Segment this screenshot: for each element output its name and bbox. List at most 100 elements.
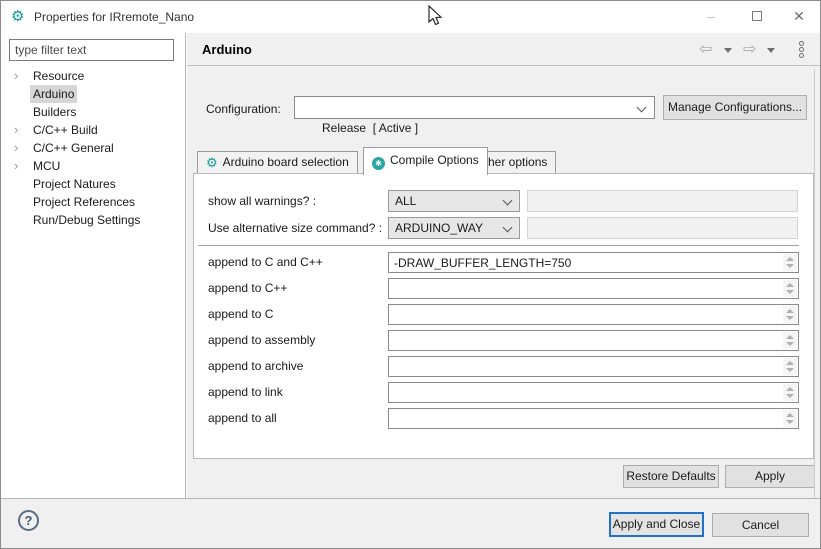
back-dropdown-icon[interactable]: [724, 48, 732, 53]
append-all-label: append to all: [208, 407, 277, 429]
minimize-button[interactable]: –: [694, 1, 728, 32]
append-link-label: append to link: [208, 381, 283, 403]
append-cpp-field-wrap: [388, 278, 799, 299]
properties-tree: › Resource Arduino Builders › C/C++ Buil…: [1, 67, 185, 229]
append-archive-label: append to archive: [208, 355, 303, 377]
append-assembly-label: append to assembly: [208, 329, 315, 351]
append-c-input[interactable]: [389, 305, 782, 324]
maximize-button[interactable]: [740, 1, 774, 32]
sidebar-item-label: Builders: [30, 103, 79, 121]
append-link-input[interactable]: [389, 383, 782, 402]
append-cpp-label: append to C++: [208, 277, 287, 299]
sidebar-item-label: C/C++ General: [30, 139, 117, 157]
help-button[interactable]: ?: [18, 510, 39, 531]
compile-options-panel: show all warnings? : ALL Use alternative…: [193, 173, 814, 459]
tab-arduino-board-selection[interactable]: ⚙ Arduino board selection: [197, 151, 358, 174]
append-all-input[interactable]: [389, 409, 782, 428]
append-c-field-wrap: [388, 304, 799, 325]
size-command-extra-field: [527, 217, 798, 239]
back-arrow-icon[interactable]: ⇦: [699, 41, 712, 59]
append-link-field-wrap: [388, 382, 799, 403]
spinner-icon[interactable]: [783, 384, 797, 401]
sidebar-item-cpp-general[interactable]: › C/C++ General: [1, 139, 185, 157]
filter-input[interactable]: [9, 39, 174, 61]
cancel-button[interactable]: Cancel: [712, 513, 809, 537]
forward-dropdown-icon[interactable]: [767, 48, 775, 53]
spinner-icon[interactable]: [783, 410, 797, 427]
tab-label: Compile Options: [390, 153, 479, 167]
chevron-right-icon[interactable]: ›: [14, 157, 24, 175]
chevron-right-icon[interactable]: ›: [14, 139, 24, 157]
window-title: Properties for IRremote_Nano: [34, 10, 194, 24]
append-cpp-input[interactable]: [389, 279, 782, 298]
sidebar-item-label: Project References: [30, 193, 138, 211]
chevron-right-icon[interactable]: ›: [14, 121, 24, 139]
manage-configurations-button[interactable]: Manage Configurations...: [663, 95, 807, 120]
size-command-select[interactable]: ARDUINO_WAY: [388, 217, 520, 239]
append-c-cpp-field-wrap: [388, 252, 799, 273]
sidebar-item-project-natures[interactable]: Project Natures: [1, 175, 185, 193]
sidebar-item-label: MCU: [30, 157, 63, 175]
spinner-icon[interactable]: [783, 332, 797, 349]
append-assembly-field-wrap: [388, 330, 799, 351]
warnings-select[interactable]: ALL: [388, 190, 520, 212]
divider: [814, 69, 815, 498]
main-panel: Arduino ⇦ ⇨ Configuration: Release [ Act…: [187, 33, 821, 498]
sidebar-item-mcu[interactable]: › MCU: [1, 157, 185, 175]
warnings-value: ALL: [395, 194, 416, 208]
sidebar-item-run-debug[interactable]: Run/Debug Settings: [1, 211, 185, 229]
tab-label: Arduino board selection: [223, 155, 349, 169]
sidebar-item-label: C/C++ Build: [30, 121, 101, 139]
apply-and-close-button[interactable]: Apply and Close: [609, 512, 704, 537]
close-button[interactable]: ✕: [782, 1, 816, 32]
sidebar-item-label: Resource: [30, 67, 87, 85]
chevron-right-icon[interactable]: ›: [14, 67, 24, 85]
size-command-label: Use alternative size command? :: [208, 217, 382, 239]
sidebar-item-arduino[interactable]: Arduino: [1, 85, 185, 103]
configuration-value: Release [ Active ]: [322, 121, 418, 135]
configuration-select[interactable]: Release [ Active ]: [294, 96, 655, 119]
warnings-extra-field: [527, 190, 798, 212]
sidebar-item-builders[interactable]: Builders: [1, 103, 185, 121]
sidebar-item-cpp-build[interactable]: › C/C++ Build: [1, 121, 185, 139]
properties-dialog: ⚙ Properties for IRremote_Nano – ✕ › Res…: [0, 0, 821, 549]
page-header: Arduino ⇦ ⇨: [187, 33, 821, 66]
spinner-icon[interactable]: [783, 254, 797, 271]
gear-icon: ⚙: [206, 155, 218, 170]
app-gear-icon: ⚙: [11, 8, 28, 25]
maximize-icon: [752, 11, 762, 21]
gear-disc-icon: ✱: [372, 157, 385, 170]
forward-arrow-icon[interactable]: ⇨: [743, 41, 756, 59]
chevron-down-icon: [503, 196, 513, 206]
bottom-bar: ? Apply and Close Cancel: [1, 498, 820, 549]
page-title: Arduino: [202, 42, 252, 57]
append-assembly-input[interactable]: [389, 331, 782, 350]
size-command-value: ARDUINO_WAY: [395, 221, 483, 235]
configuration-label: Configuration:: [206, 98, 281, 120]
tab-compile-options[interactable]: ✱ Compile Options: [363, 147, 488, 175]
append-archive-input[interactable]: [389, 357, 782, 376]
chevron-down-icon: [637, 103, 647, 113]
append-c-label: append to C: [208, 303, 273, 325]
sidebar: › Resource Arduino Builders › C/C++ Buil…: [1, 33, 186, 498]
warnings-label: show all warnings? :: [208, 190, 316, 212]
mouse-cursor: [428, 5, 444, 29]
spinner-icon[interactable]: [783, 280, 797, 297]
spinner-icon[interactable]: [783, 306, 797, 323]
append-c-cpp-input[interactable]: [389, 253, 782, 272]
restore-defaults-button[interactable]: Restore Defaults: [623, 465, 719, 488]
view-menu-icon[interactable]: [797, 41, 805, 59]
append-all-field-wrap: [388, 408, 799, 429]
spinner-icon[interactable]: [783, 358, 797, 375]
sidebar-item-label: Project Natures: [30, 175, 119, 193]
titlebar[interactable]: ⚙ Properties for IRremote_Nano – ✕: [1, 1, 820, 33]
append-archive-field-wrap: [388, 356, 799, 377]
append-c-cpp-label: append to C and C++: [208, 251, 323, 273]
separator: [198, 245, 799, 246]
sidebar-item-label: Arduino: [30, 85, 77, 103]
apply-button[interactable]: Apply: [725, 465, 815, 488]
sidebar-item-resource[interactable]: › Resource: [1, 67, 185, 85]
sidebar-item-label: Run/Debug Settings: [30, 211, 143, 229]
sidebar-item-project-references[interactable]: Project References: [1, 193, 185, 211]
chevron-down-icon: [503, 223, 513, 233]
